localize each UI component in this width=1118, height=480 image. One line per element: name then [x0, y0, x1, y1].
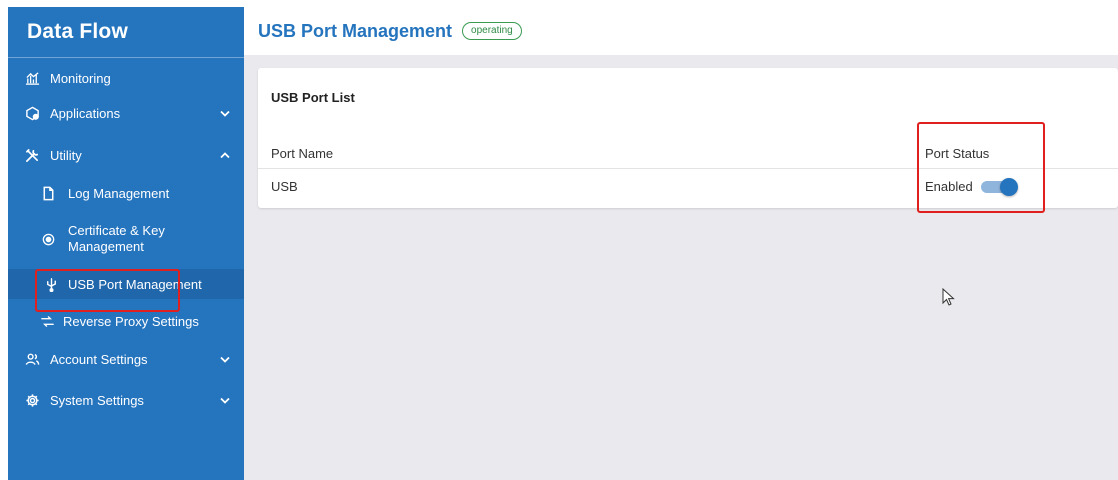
- page-title: USB Port Management: [258, 20, 453, 41]
- sidebar-item-applications[interactable]: Applications: [8, 98, 244, 128]
- chevron-down-icon: [220, 108, 230, 118]
- chevron-down-icon: [220, 395, 230, 405]
- divider: [258, 168, 1118, 169]
- sidebar-item-label: Reverse Proxy Settings: [63, 313, 199, 329]
- sidebar-item-label: System Settings: [50, 392, 144, 408]
- chevron-down-icon: [220, 354, 230, 364]
- main-content: USB Port Management operating USB Port L…: [244, 7, 1118, 480]
- port-name-cell: USB: [271, 179, 298, 194]
- tools-icon: [24, 147, 40, 163]
- sidebar-item-certificate-key-management[interactable]: Certificate & Key Management: [8, 220, 244, 258]
- sidebar-item-label: Utility: [50, 147, 82, 163]
- usb-port-list-card: USB Port List Port Name Port Status USB …: [258, 68, 1118, 208]
- gear-icon: [24, 392, 40, 408]
- sidebar-item-log-management[interactable]: Log Management: [8, 179, 244, 207]
- radio-icon: [40, 231, 56, 247]
- app-title: Data Flow: [8, 7, 244, 58]
- sidebar-item-label: Certificate & Key Management: [68, 223, 165, 255]
- sidebar: Data Flow Monitoring Applications Utilit…: [8, 7, 244, 480]
- mouse-cursor-icon: [942, 288, 955, 306]
- sidebar-item-monitoring[interactable]: Monitoring: [8, 63, 244, 93]
- users-icon: [24, 351, 40, 367]
- sidebar-item-utility[interactable]: Utility: [8, 140, 244, 170]
- card-title: USB Port List: [271, 90, 355, 105]
- sidebar-item-account-settings[interactable]: Account Settings: [8, 344, 244, 374]
- sidebar-item-label-line1: Certificate & Key: [68, 223, 165, 238]
- page-header: USB Port Management operating: [244, 7, 1118, 55]
- chevron-up-icon: [220, 150, 230, 160]
- toggle-knob: [999, 177, 1018, 196]
- usb-port-toggle[interactable]: [980, 177, 1018, 196]
- sidebar-item-usb-port-management[interactable]: USB Port Management: [8, 269, 244, 299]
- usb-icon: [43, 276, 59, 292]
- proxy-icon: [39, 313, 55, 329]
- status-badge: operating: [462, 22, 522, 40]
- sidebar-item-label: Applications: [50, 105, 121, 121]
- sidebar-item-reverse-proxy-settings[interactable]: Reverse Proxy Settings: [8, 307, 244, 335]
- column-header-port-status: Port Status: [925, 146, 990, 161]
- sidebar-item-label-line2: Management: [68, 239, 144, 254]
- port-status-cell: Enabled: [925, 177, 1018, 196]
- sidebar-item-label: USB Port Management: [68, 276, 202, 292]
- sidebar-item-label: Account Settings: [50, 351, 148, 367]
- column-header-port-name: Port Name: [271, 146, 334, 161]
- sidebar-item-label: Log Management: [68, 185, 170, 201]
- toggle-label: Enabled: [925, 179, 973, 194]
- chart-icon: [24, 70, 40, 86]
- apps-icon: [24, 105, 40, 121]
- file-icon: [40, 185, 56, 201]
- sidebar-item-system-settings[interactable]: System Settings: [8, 385, 244, 415]
- sidebar-item-label: Monitoring: [50, 70, 111, 86]
